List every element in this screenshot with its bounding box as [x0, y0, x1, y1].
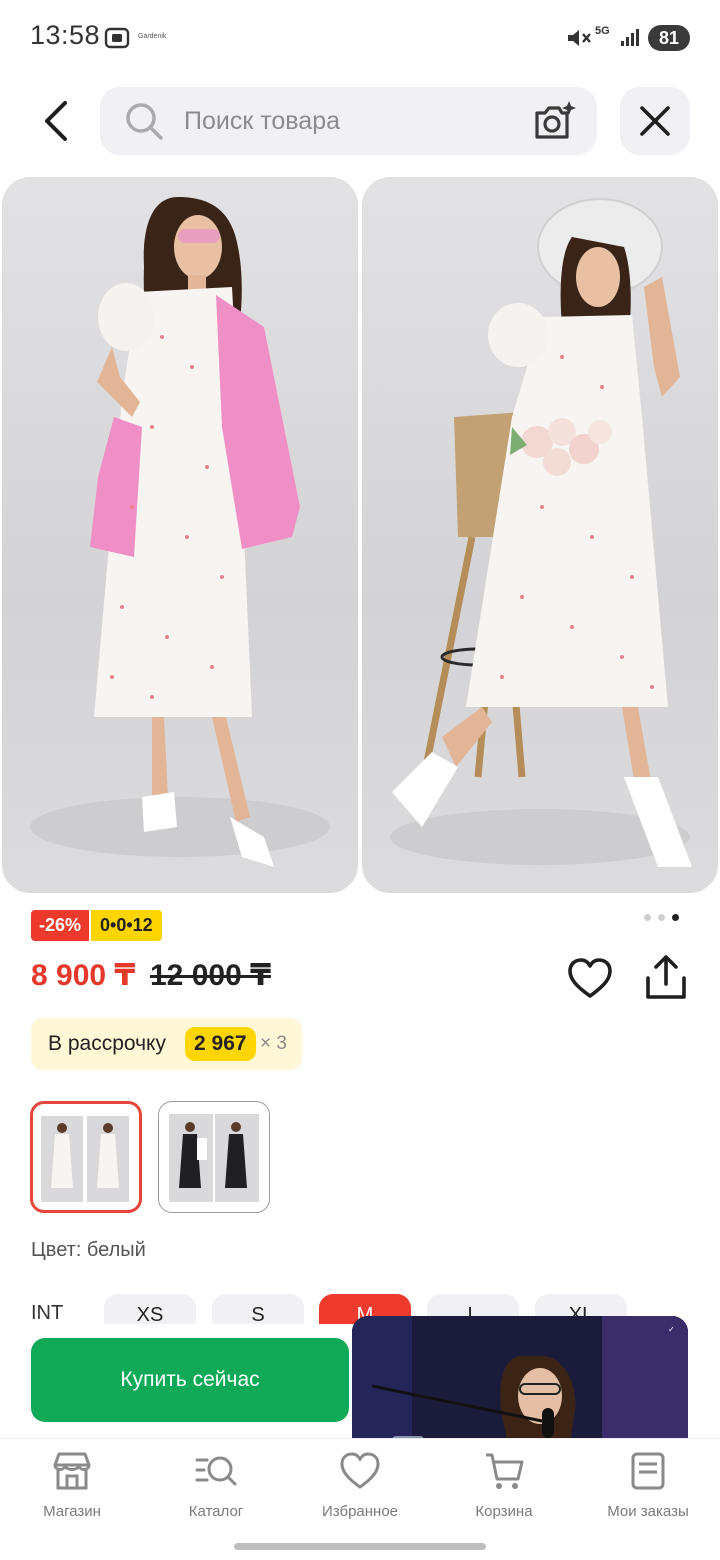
heart-icon[interactable] [566, 955, 614, 1003]
nav-catalog[interactable]: Каталог [146, 1449, 286, 1520]
size-option[interactable]: S [212, 1294, 304, 1324]
close-button[interactable] [620, 87, 690, 155]
orders-icon [631, 1452, 665, 1490]
installment-times: × 3 [260, 1033, 287, 1054]
product-photo-chair[interactable] [362, 177, 718, 893]
color-variant-white[interactable] [30, 1101, 142, 1213]
heart-icon [340, 1452, 380, 1489]
close-icon [640, 106, 670, 136]
buy-now-button[interactable]: Купить сейчас [31, 1338, 349, 1422]
page-dot [644, 914, 651, 921]
svg-text:✓: ✓ [668, 1325, 675, 1334]
nav-orders[interactable]: Мои заказы [578, 1449, 718, 1520]
search-placeholder: Поиск товара [184, 107, 341, 135]
discount-badge: -26% [31, 910, 90, 941]
page-dot [658, 914, 665, 921]
home-indicator[interactable] [234, 1543, 486, 1550]
status-app-label: Gardenik [138, 33, 167, 40]
back-button[interactable] [28, 88, 84, 154]
installment-amount: 2 967 [185, 1027, 256, 1061]
color-variant-black[interactable] [158, 1101, 270, 1213]
cart-icon [486, 1453, 524, 1489]
signal-icon [621, 29, 639, 46]
size-option[interactable]: XS [104, 1294, 196, 1324]
mute-icon [568, 30, 591, 46]
gallery-page-indicator [644, 914, 679, 921]
back-arrow-icon [45, 101, 67, 141]
old-price: 12 000 ₸ [150, 959, 271, 992]
status-time: 13:58 [30, 20, 101, 50]
search-input[interactable]: Поиск товара [100, 87, 597, 155]
white-dress-thumbnail [41, 1116, 129, 1202]
nav-favorites-label: Избранное [321, 1503, 399, 1520]
model-dress-hat-image [390, 198, 692, 867]
search-icon [126, 103, 163, 140]
status-bar: 13:58 Gardenik 5G 81 [0, 0, 720, 76]
page-dot-active [672, 914, 679, 921]
model-dress-pink-jacket-image [30, 197, 330, 867]
nav-orders-label: Мои заказы [607, 1503, 689, 1520]
installment-option[interactable]: В рассрочку 2 967 × 3 [31, 1018, 302, 1070]
black-dress-thumbnail [169, 1114, 259, 1202]
nav-shop-label: Магазин [43, 1503, 101, 1520]
product-gallery[interactable] [0, 177, 720, 893]
screenshot-icon [104, 27, 130, 49]
share-icon[interactable] [642, 954, 690, 1002]
product-photo-front[interactable] [2, 177, 358, 893]
nav-catalog-label: Каталог [188, 1503, 244, 1520]
current-price: 8 900 ₸ [31, 959, 136, 992]
nav-cart-label: Корзина [475, 1503, 533, 1520]
nav-shop[interactable]: Магазин [2, 1449, 142, 1520]
shop-icon [53, 1452, 91, 1490]
size-system-label: INT [31, 1302, 64, 1324]
battery-indicator: 81 [648, 25, 690, 51]
camera-search-icon[interactable] [531, 99, 577, 143]
network-type: 5G [595, 25, 610, 37]
installment-label: В рассрочку [48, 1032, 166, 1055]
bottom-navigation: Магазин Каталог Избранное Корзина Мои за… [0, 1438, 720, 1528]
installment-plan-badge: 0•0•12 [91, 910, 162, 941]
color-label: Цвет: белый [31, 1239, 146, 1261]
nav-favorites[interactable]: Избранное [290, 1449, 430, 1520]
catalog-search-icon [195, 1456, 237, 1486]
nav-cart[interactable]: Корзина [434, 1449, 574, 1520]
